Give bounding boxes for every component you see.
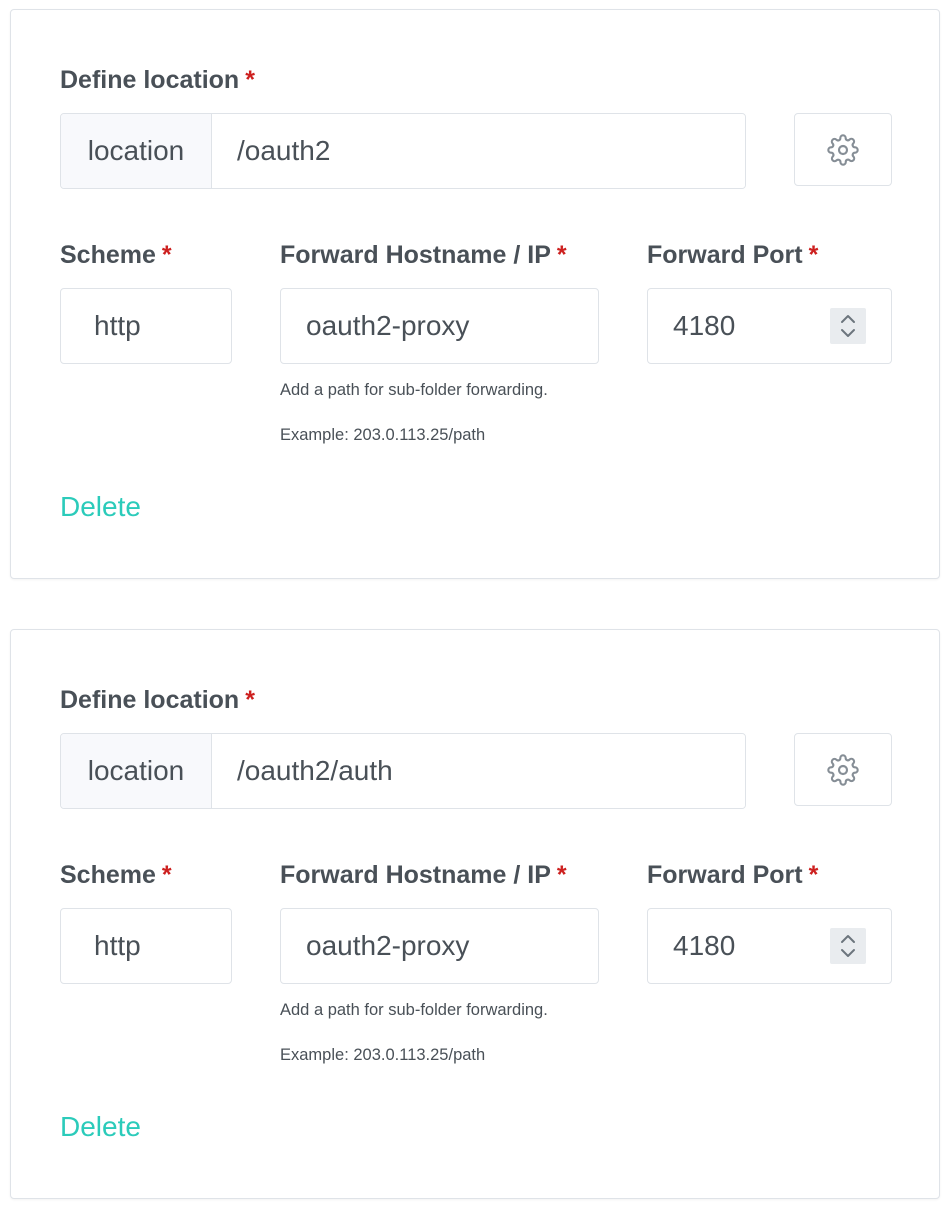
location-card-2: Define location* location Scheme* Forwar… <box>10 629 940 1199</box>
gear-icon <box>827 753 859 786</box>
scheme-label: Scheme * <box>60 861 172 889</box>
location-path-input[interactable] <box>212 114 745 188</box>
host-help-example: Example: 203.0.113.25/path <box>280 426 486 444</box>
required-mark: * <box>808 861 819 889</box>
forward-host-label: Forward Hostname / IP * <box>280 241 567 269</box>
forward-port-field[interactable] <box>647 288 892 364</box>
required-mark: * <box>245 66 255 94</box>
location-input-group: location <box>60 113 746 189</box>
forward-port-field[interactable] <box>647 908 892 984</box>
required-mark: * <box>556 861 567 889</box>
required-mark: * <box>245 686 255 714</box>
forward-port-label: Forward Port * <box>647 861 819 889</box>
gear-icon <box>827 133 859 166</box>
port-stepper[interactable] <box>830 928 866 964</box>
location-card-1: Define location* location Scheme* Forwar… <box>10 9 940 579</box>
define-location-label: Define location * <box>60 686 255 714</box>
port-stepper[interactable] <box>830 308 866 344</box>
host-help-text: Add a path for sub-folder forwarding. <box>280 381 548 399</box>
required-mark: * <box>161 241 172 269</box>
delete-location-link[interactable]: Delete <box>60 1111 141 1143</box>
required-mark: * <box>556 241 567 269</box>
location-prefix: location <box>61 734 212 808</box>
scheme-input[interactable] <box>94 930 231 962</box>
location-path-input[interactable] <box>212 734 745 808</box>
define-location-label: Define location * <box>60 66 255 94</box>
advanced-settings-button[interactable] <box>794 733 892 806</box>
scheme-select[interactable] <box>60 288 232 364</box>
chevron-up-down-icon <box>841 315 855 337</box>
forward-host-field[interactable] <box>280 908 599 984</box>
location-prefix: location <box>61 114 212 188</box>
scheme-input[interactable] <box>94 310 231 342</box>
scheme-select[interactable] <box>60 908 232 984</box>
forward-host-input[interactable] <box>306 310 598 342</box>
advanced-settings-button[interactable] <box>794 113 892 186</box>
chevron-up-down-icon <box>841 935 855 957</box>
forward-host-label: Forward Hostname / IP * <box>280 861 567 889</box>
host-help-text: Add a path for sub-folder forwarding. <box>280 1001 548 1019</box>
required-mark: * <box>808 241 819 269</box>
scheme-label: Scheme * <box>60 241 172 269</box>
forward-host-field[interactable] <box>280 288 599 364</box>
forward-port-label: Forward Port * <box>647 241 819 269</box>
location-input-group: location <box>60 733 746 809</box>
forward-host-input[interactable] <box>306 930 598 962</box>
required-mark: * <box>161 861 172 889</box>
delete-location-link[interactable]: Delete <box>60 491 141 523</box>
host-help-example: Example: 203.0.113.25/path <box>280 1046 486 1064</box>
